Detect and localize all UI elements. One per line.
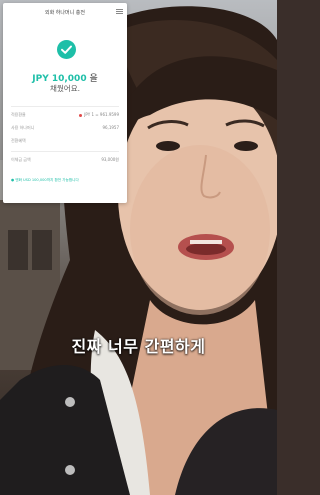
left-eye [156,141,180,151]
jacket-button [65,465,75,475]
hamburger-menu-icon[interactable] [116,9,123,14]
row-label: 적용환율 [11,112,26,117]
exchange-result-card: 외화 하나머니 충전 JPY 10,000 을 채웠어요. 적용환율 JPY 1… [3,3,127,203]
detail-row-total: 이체금 금액 93,000원 [11,156,119,164]
detail-row-benefit: 전환혜택 [11,137,119,145]
row-label: 사용 하나머니 [11,125,35,130]
card-header-title: 외화 하나머니 충전 [45,10,85,16]
rate-dot-icon [79,113,83,117]
right-eye [234,141,258,151]
divider [11,151,119,152]
result-message: 채웠어요. [50,84,80,93]
row-label: 이체금 금액 [11,157,31,162]
row-value: 96,1957 [102,125,119,130]
jacket-button [65,397,75,407]
row-value: 93,000원 [101,157,119,162]
card-header: 외화 하나머니 충전 [3,3,127,19]
exchange-limit-note: ● 엔화 USD 100,000까지 환전 가능합니다 [11,178,79,182]
detail-row-rate: 적용환율 JPY 1 = 961.9599 [11,111,119,119]
row-value: JPY 1 = 961.9599 [84,112,119,117]
video-subtitle: 진짜 너무 간편하게 [71,337,206,356]
divider [11,106,119,107]
detail-row-used-money: 사용 하나머니 96,1957 [11,124,119,132]
row-label: 전환혜택 [11,138,26,143]
check-circle-icon [57,40,76,59]
